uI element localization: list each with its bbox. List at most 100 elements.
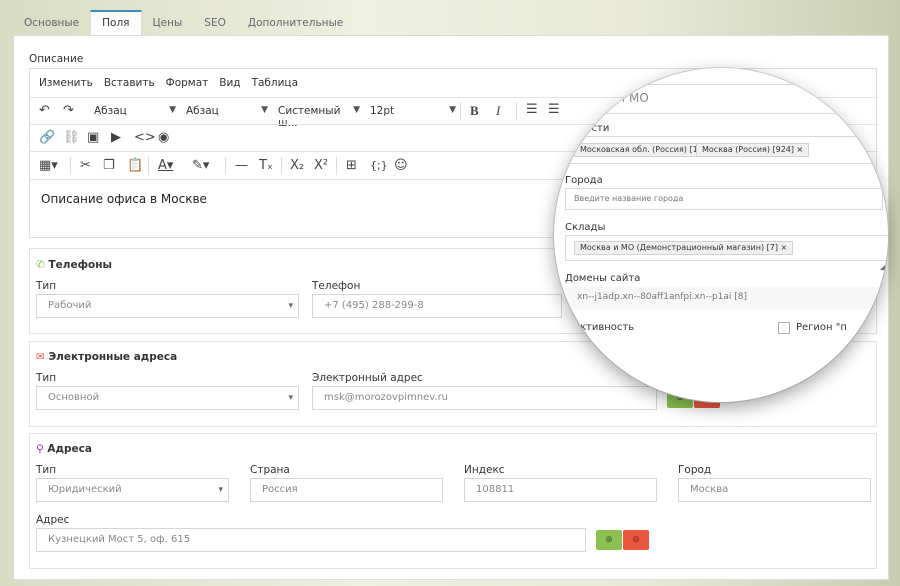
menu-view[interactable]: Вид xyxy=(219,77,240,89)
index-label: Индекс xyxy=(464,464,505,476)
block-format-value-2: Абзац xyxy=(186,105,219,117)
warehouses-input[interactable]: Москва и МО (Демонстрационный магазин) [… xyxy=(565,235,888,261)
redo-icon[interactable]: ↷ xyxy=(63,104,74,118)
region-name-value: осква и МО xyxy=(578,91,649,105)
horizontal-rule-icon[interactable]: — xyxy=(235,159,248,173)
map-marker-icon: ⚲ xyxy=(36,443,44,455)
italic-icon[interactable]: I xyxy=(496,104,500,118)
country-input[interactable]: Россия xyxy=(250,478,443,502)
region-name-input[interactable]: осква и МО xyxy=(554,84,888,114)
link-icon[interactable]: 🔗 xyxy=(39,131,55,145)
clear-format-icon[interactable]: Tₓ xyxy=(259,159,273,173)
remove-address-button[interactable]: ⊖ xyxy=(623,530,649,550)
phone-type-label: Тип xyxy=(36,280,57,292)
emoticon-icon[interactable]: ☺ xyxy=(394,159,408,173)
addresses-title-text: Адреса xyxy=(47,443,92,455)
cities-placeholder: Введите название города xyxy=(574,194,684,203)
description-label: Описание xyxy=(29,53,84,65)
tab-fields[interactable]: Поля xyxy=(90,10,142,36)
address-type-label: Тип xyxy=(36,464,57,476)
add-address-button[interactable]: ⊕ xyxy=(596,530,622,550)
unlink-icon[interactable]: ⛓ xyxy=(63,131,80,145)
phones-title-text: Телефоны xyxy=(48,259,112,271)
font-size-select[interactable]: 12pt ▼ xyxy=(370,105,456,117)
superscript-icon[interactable]: X² xyxy=(314,159,328,173)
phone-icon: ✆ xyxy=(36,259,45,271)
email-type-select[interactable]: Основной xyxy=(36,386,299,410)
domains-value: xn--j1adp.xn--80aff1anfpi.xn--p1ai [8] xyxy=(577,292,748,302)
fields-panel: Описание Изменить Вставить Формат Вид Та… xyxy=(13,35,889,580)
menu-table[interactable]: Таблица xyxy=(252,77,298,89)
preview-eye-icon[interactable]: ◉ xyxy=(158,131,169,145)
separator xyxy=(281,157,282,175)
menu-format[interactable]: Формат xyxy=(166,77,209,89)
areas-label: Области xyxy=(565,123,610,134)
tab-prices[interactable]: Цены xyxy=(142,10,194,36)
emails-title: ✉ Электронные адреса xyxy=(36,351,177,363)
address-input[interactable]: Кузнецкий Мост 5, оф. 615 xyxy=(36,528,586,552)
font-family-select[interactable]: Системный ш... ▼ xyxy=(278,105,360,129)
region-checkbox[interactable] xyxy=(778,322,790,334)
copy-icon[interactable]: ❐ xyxy=(103,159,115,173)
separator xyxy=(70,157,71,175)
areas-input[interactable]: Московская обл. (Россия) [1] × Москва (Р… xyxy=(565,136,885,164)
menu-insert[interactable]: Вставить xyxy=(104,77,155,89)
separator xyxy=(460,102,461,120)
city-input[interactable]: Москва xyxy=(678,478,871,502)
block-format-select[interactable]: Абзац ▼ xyxy=(94,105,176,117)
text-color-icon[interactable]: A▾ xyxy=(158,159,173,173)
magnifier-overlay: гиона осква и МО Области Московская обл.… xyxy=(554,68,888,402)
chevron-down-icon: ▼ xyxy=(449,105,456,115)
subscript-icon[interactable]: X₂ xyxy=(290,159,304,173)
menu-edit[interactable]: Изменить xyxy=(39,77,93,89)
country-label: Страна xyxy=(250,464,290,476)
block-format-select-2[interactable]: Абзац ▼ xyxy=(186,105,268,117)
region-name-label: гиона xyxy=(613,70,644,81)
domains-field: xn--j1adp.xn--80aff1anfpi.xn--p1ai [8] xyxy=(565,287,885,309)
editor-content[interactable]: Описание офиса в Москве xyxy=(41,192,207,206)
envelope-icon: ✉ xyxy=(36,351,45,363)
tab-additional[interactable]: Дополнительные xyxy=(237,10,354,36)
block-format-value: Абзац xyxy=(94,105,127,117)
email-input[interactable]: msk@morozovpimnev.ru xyxy=(312,386,657,410)
page-break-icon[interactable]: ⊞ xyxy=(346,159,357,173)
cities-label: Города xyxy=(565,175,603,186)
bold-icon[interactable]: B xyxy=(470,104,479,118)
address-label: Адрес xyxy=(36,514,70,526)
chevron-down-icon: ▼ xyxy=(169,105,176,115)
address-type-select[interactable]: Юридический xyxy=(36,478,229,502)
tab-main[interactable]: Основные xyxy=(13,10,90,36)
code-icon[interactable]: <> xyxy=(134,131,156,145)
separator xyxy=(225,157,226,175)
phone-input[interactable]: +7 (495) 288-299-8 xyxy=(312,294,562,318)
template-icon[interactable]: {;} xyxy=(370,159,388,173)
warehouse-tag[interactable]: Москва и МО (Демонстрационный магазин) [… xyxy=(574,241,794,255)
cut-icon[interactable]: ✂ xyxy=(80,159,91,173)
domains-label: Домены сайта xyxy=(565,273,641,284)
highlight-icon[interactable]: ✎▾ xyxy=(192,159,209,173)
editor-menubar: Изменить Вставить Формат Вид Таблица xyxy=(30,69,309,97)
resize-handle-icon[interactable]: ◢ xyxy=(880,262,887,272)
email-type-label: Тип xyxy=(36,372,57,384)
emails-title-text: Электронные адреса xyxy=(48,351,178,363)
minus-icon: ⊖ xyxy=(632,535,640,545)
addresses-section: ⚲ Адреса Тип Юридический Страна Россия И… xyxy=(29,433,877,569)
plus-icon: ⊕ xyxy=(605,535,613,545)
image-icon[interactable]: ▣ xyxy=(87,131,99,145)
separator xyxy=(336,157,337,175)
align-left-icon[interactable]: ☰ xyxy=(526,103,538,117)
undo-icon[interactable]: ↶ xyxy=(39,104,50,118)
index-input[interactable]: 108811 xyxy=(464,478,657,502)
phone-label: Телефон xyxy=(312,280,361,292)
area-tag[interactable]: Москва (Россия) [924] × xyxy=(696,143,810,157)
chevron-down-icon: ▼ xyxy=(261,105,268,115)
paste-icon[interactable]: 📋 xyxy=(127,159,143,173)
cities-input[interactable]: Введите название города xyxy=(565,188,883,210)
separator xyxy=(148,157,149,175)
phones-title: ✆ Телефоны xyxy=(36,259,112,271)
tab-seo[interactable]: SEO xyxy=(193,10,237,36)
media-icon[interactable]: ▶ xyxy=(111,131,121,145)
area-tag[interactable]: Московская обл. (Россия) [1] × xyxy=(574,143,717,157)
phone-type-select[interactable]: Рабочий xyxy=(36,294,299,318)
table-icon[interactable]: ▦▾ xyxy=(39,159,58,173)
